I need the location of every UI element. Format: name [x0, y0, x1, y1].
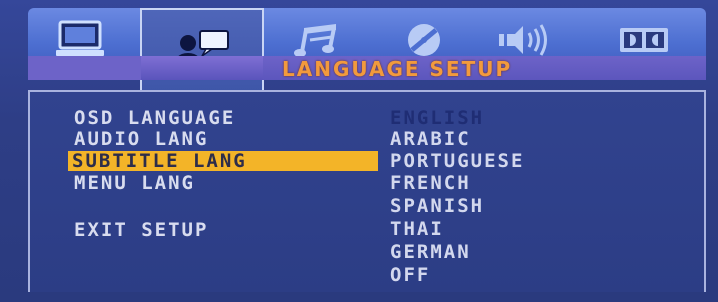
dolby-icon: [620, 28, 668, 52]
option-english[interactable]: ENGLISH: [390, 108, 484, 128]
speaker-icon: [499, 24, 547, 56]
option-thai[interactable]: THAI: [390, 219, 444, 239]
music-notes-icon: [294, 24, 336, 57]
option-spanish[interactable]: SPANISH: [390, 196, 484, 216]
option-german[interactable]: GERMAN: [390, 242, 471, 262]
option-arabic[interactable]: ARABIC: [390, 129, 471, 149]
menu-item-menu-lang[interactable]: MENU LANG: [74, 173, 195, 193]
monitor-icon: [56, 20, 104, 56]
menu-item-exit-setup[interactable]: EXIT SETUP: [74, 220, 208, 240]
option-french[interactable]: FRENCH: [390, 173, 471, 193]
disc-icon: [408, 24, 440, 56]
page-title: LANGUAGE SETUP: [282, 57, 513, 81]
option-portuguese[interactable]: PORTUGUESE: [390, 151, 524, 171]
menu-item-audio-lang[interactable]: AUDIO LANG: [74, 129, 208, 149]
menu-item-osd-language[interactable]: OSD LANGUAGE: [74, 108, 235, 128]
option-off[interactable]: OFF: [390, 265, 430, 285]
osd-screen: LANGUAGE SETUP OSD LANGUAGE AUDIO LANG S…: [0, 0, 718, 302]
menu-item-subtitle-lang[interactable]: SUBTITLE LANG: [68, 151, 378, 171]
